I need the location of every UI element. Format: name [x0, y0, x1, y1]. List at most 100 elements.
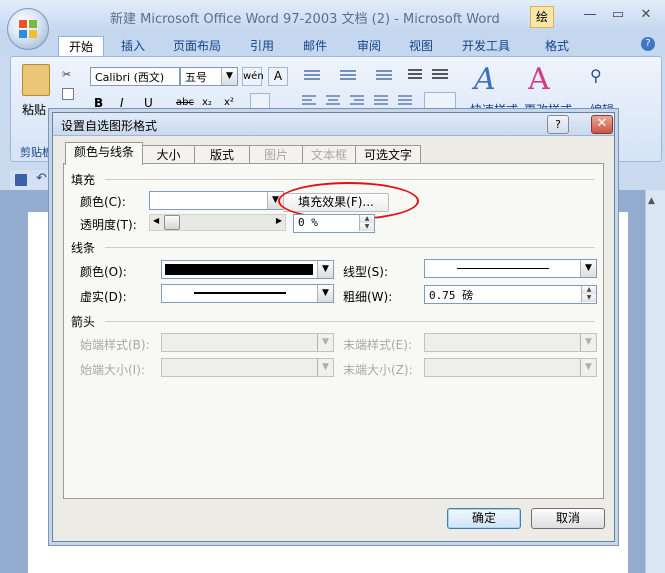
slider-thumb[interactable]	[164, 215, 180, 230]
ribbon-tab-developer[interactable]: 开发工具	[462, 36, 510, 56]
italic-icon[interactable]: I	[120, 96, 124, 110]
tab-picture[interactable]: 图片	[249, 145, 303, 164]
transparency-label: 透明度(T):	[80, 218, 137, 232]
begin-style-select[interactable]: ▼	[161, 333, 334, 352]
line-color-label: 颜色(O):	[80, 265, 127, 279]
begin-size-label: 始端大小(I):	[80, 363, 145, 377]
ribbon-tab-layout[interactable]: 页面布局	[173, 36, 221, 56]
clear-format-icon[interactable]	[250, 93, 270, 112]
dash-sample	[194, 292, 286, 294]
font-name-value: Calibri (西文)	[95, 71, 165, 84]
scroll-up-icon[interactable]: ▲	[648, 196, 655, 206]
fill-section-title: 填充	[71, 173, 96, 187]
ribbon-tab-insert[interactable]: 插入	[121, 36, 145, 56]
tab-alt-text[interactable]: 可选文字	[355, 145, 421, 164]
tab-layout[interactable]: 版式	[194, 145, 250, 164]
office-logo-icon	[19, 20, 37, 38]
align-icon	[302, 95, 412, 105]
tab-size[interactable]: 大小	[142, 145, 195, 164]
chevron-down-icon: ▼	[317, 261, 333, 278]
undo-icon[interactable]: ↶	[36, 171, 47, 186]
chevron-down-icon: ▼	[317, 285, 333, 302]
save-icon[interactable]	[15, 174, 27, 186]
weight-label: 粗细(W):	[343, 290, 393, 304]
dialog-help-button[interactable]: ?	[547, 115, 569, 134]
chevron-down-icon: ▼	[580, 359, 596, 376]
fill-color-label: 颜色(C):	[80, 195, 126, 209]
chevron-down-icon: ▼	[221, 68, 237, 85]
alignment-icons[interactable]	[300, 94, 420, 108]
arrows-section-title: 箭头	[71, 315, 96, 329]
clipboard-group-label: 剪贴板	[20, 146, 53, 159]
end-size-select[interactable]: ▼	[424, 358, 597, 377]
slider-left-icon[interactable]: ◀	[153, 216, 159, 225]
format-autoshape-dialog: 设置自选图形格式 ? ✕ 颜色与线条 大小 版式 图片 文本框 可选文字 填充 …	[52, 112, 615, 542]
ok-button[interactable]: 确定	[447, 508, 521, 529]
transparency-spinner[interactable]: 0 % ▲ ▼	[293, 214, 375, 233]
line-style-label: 线型(S):	[343, 265, 389, 279]
paste-icon[interactable]	[22, 64, 50, 96]
ribbon-tab-view[interactable]: 视图	[409, 36, 433, 56]
chevron-down-icon: ▼	[580, 260, 596, 277]
cut-icon[interactable]: ✂	[62, 68, 71, 81]
line-color-swatch	[165, 264, 313, 275]
begin-style-label: 始端样式(B):	[80, 338, 150, 352]
maximize-button[interactable]: ▭	[606, 6, 630, 24]
ribbon-tab-format[interactable]: 格式	[545, 36, 569, 56]
quick-styles-icon[interactable]: A	[474, 62, 496, 97]
underline-icon[interactable]: U	[144, 96, 153, 110]
weight-spinner[interactable]: 0.75 磅 ▲ ▼	[424, 285, 597, 304]
dialog-close-button[interactable]: ✕	[591, 115, 613, 134]
transparency-slider[interactable]: ◀ ▶	[149, 214, 286, 231]
paste-label[interactable]: 粘贴	[22, 101, 46, 118]
ribbon-tab-home[interactable]: 开始	[58, 36, 104, 57]
vertical-scrollbar[interactable]	[645, 190, 665, 573]
divider	[105, 247, 595, 248]
chevron-down-icon: ▼	[317, 359, 333, 376]
spin-down-icon[interactable]: ▼	[581, 294, 596, 302]
font-name-select[interactable]: Calibri (西文)	[90, 67, 180, 86]
minimize-button[interactable]: —	[578, 6, 602, 24]
ribbon-tab-review[interactable]: 审阅	[357, 36, 381, 56]
bold-icon[interactable]: B	[94, 96, 103, 110]
indent-icons[interactable]	[404, 66, 452, 84]
chevron-down-icon: ▼	[580, 334, 596, 351]
ribbon-tab-mailings[interactable]: 邮件	[303, 36, 327, 56]
spin-up-icon[interactable]: ▲	[581, 286, 596, 294]
divider	[105, 321, 595, 322]
strikethrough-icon[interactable]: abc	[176, 97, 194, 108]
line-style-sample	[457, 268, 549, 269]
begin-size-select[interactable]: ▼	[161, 358, 334, 377]
superscript-icon[interactable]: x²	[224, 97, 234, 108]
contextual-tab-label: 绘	[530, 6, 554, 28]
office-button[interactable]	[7, 8, 49, 50]
end-style-select[interactable]: ▼	[424, 333, 597, 352]
dash-label: 虚实(D):	[80, 290, 127, 304]
window-title: 新建 Microsoft Office Word 97-2003 文档 (2) …	[110, 12, 500, 27]
copy-icon[interactable]	[62, 88, 74, 100]
subscript-icon[interactable]: x₂	[202, 97, 212, 108]
line-style-select[interactable]: ▼	[424, 259, 597, 278]
font-size-select[interactable]: 五号 ▼	[180, 67, 238, 86]
list-icons[interactable]	[302, 68, 402, 82]
cancel-button[interactable]: 取消	[531, 508, 605, 529]
line-spacing-icon[interactable]	[424, 92, 456, 111]
tab-textbox[interactable]: 文本框	[302, 145, 356, 164]
line-color-select[interactable]: ▼	[161, 260, 334, 279]
help-icon[interactable]: ?	[641, 37, 655, 51]
end-size-label: 末端大小(Z):	[343, 363, 413, 377]
slider-right-icon[interactable]: ▶	[276, 216, 282, 225]
close-window-button[interactable]: ✕	[634, 6, 658, 24]
dash-select[interactable]: ▼	[161, 284, 334, 303]
fill-color-select[interactable]: ▼	[149, 191, 284, 210]
spin-down-icon[interactable]: ▼	[359, 223, 374, 231]
change-styles-icon[interactable]: A	[528, 62, 550, 97]
find-binoculars-icon[interactable]: ⚲	[590, 66, 602, 85]
phonetic-guide-icon[interactable]: wén	[242, 67, 264, 86]
font-size-value: 五号	[185, 71, 207, 84]
character-border-icon[interactable]: A	[268, 67, 288, 86]
spin-up-icon[interactable]: ▲	[359, 215, 374, 223]
tab-colors-lines[interactable]: 颜色与线条	[65, 142, 143, 165]
transparency-value: 0 %	[298, 216, 318, 229]
ribbon-tab-references[interactable]: 引用	[250, 36, 274, 56]
